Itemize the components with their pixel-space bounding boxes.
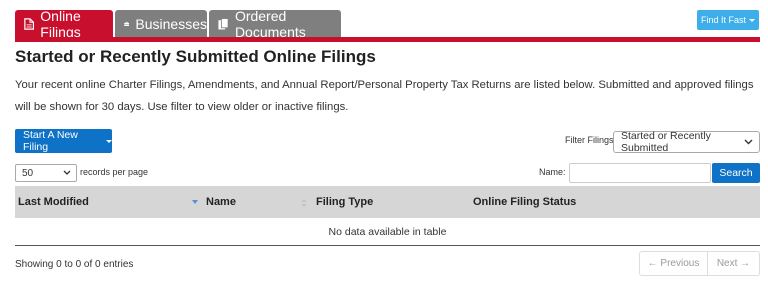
caret-down-icon [106,139,112,143]
find-it-fast-button[interactable]: Find It Fast [697,10,759,30]
start-new-filing-button[interactable]: Start A New Filing [15,129,112,153]
sort-descending-icon [192,200,198,204]
next-page-button[interactable]: Next → [708,252,759,275]
filter-selected-value: Started or Recently Submitted [621,130,711,154]
tab-businesses[interactable]: Businesses [115,10,207,38]
page-description: Your recent online Charter Filings, Amen… [15,79,754,113]
table-header: Last Modified Name Filing Type Online Fi… [15,186,760,218]
filter-label: Filter Filings: [565,135,617,145]
name-search-input[interactable] [569,163,711,183]
search-button[interactable]: Search [712,163,760,183]
chevron-down-icon [63,170,71,175]
tab-label: Ordered Documents [234,8,306,40]
tab-bar: Online Filings Businesses Ordered Docume… [0,0,768,42]
caret-down-icon [749,18,755,22]
tab-label: Businesses [135,16,207,32]
previous-page-button[interactable]: ← Previous [640,252,708,275]
records-selected-value: 50 [22,167,34,179]
column-header-filing-type: Filing Type [316,196,374,208]
tab-underline-bar [15,37,760,42]
copy-icon [218,18,229,30]
column-header-last-modified[interactable]: Last Modified [18,186,89,218]
records-per-page-label: records per page [80,167,149,177]
find-it-fast-label: Find It Fast [700,15,746,25]
records-per-page-select[interactable]: 50 [15,164,77,182]
sort-icon [301,199,307,207]
table-info: Showing 0 to 0 of 0 entries [15,259,134,270]
column-header-online-filing-status: Online Filing Status [473,196,577,208]
column-header-name[interactable]: Name [206,186,236,218]
tab-online-filings[interactable]: Online Filings [15,8,113,40]
tab-label: Online Filings [40,8,81,40]
tab-ordered-documents[interactable]: Ordered Documents [209,8,341,40]
briefcase-icon [124,21,130,26]
document-icon [24,18,35,30]
start-new-filing-label: Start A New Filing [23,129,78,153]
page-title: Started or Recently Submitted Online Fil… [15,47,376,66]
filter-filings-select[interactable]: Started or Recently Submitted [613,130,760,154]
pagination: ← Previous Next → [639,251,760,276]
name-label: Name: [539,167,566,177]
table-empty-row: No data available in table [15,218,760,246]
chevron-down-icon [744,139,753,145]
